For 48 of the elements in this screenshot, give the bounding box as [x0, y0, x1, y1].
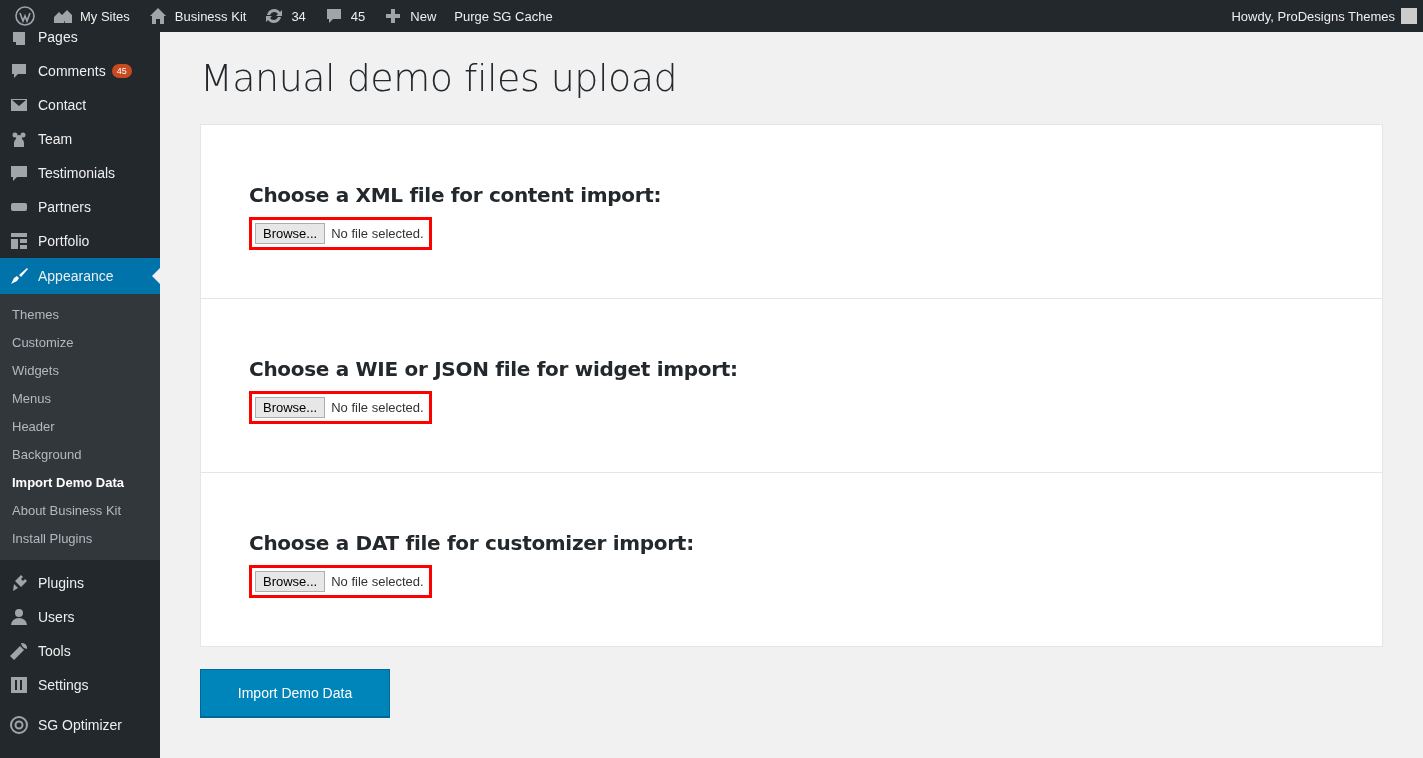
section-heading: Choose a WIE or JSON file for widget import:: [249, 357, 739, 381]
browse-button[interactable]: Browse...: [255, 397, 326, 418]
submenu-item[interactable]: Menus: [0, 385, 160, 413]
submenu-item[interactable]: Install Plugins: [0, 525, 160, 553]
message-icon: [9, 163, 29, 183]
menu-item[interactable]: Settings: [0, 668, 160, 702]
menu-item[interactable]: Testimonials: [0, 156, 160, 190]
submenu-item[interactable]: Header: [0, 413, 160, 441]
menu-item[interactable]: Appearance: [0, 258, 160, 294]
toolbar-link[interactable]: New: [374, 0, 446, 32]
toolbar-link[interactable]: 34: [255, 0, 315, 32]
menu-item[interactable]: Tools: [0, 634, 160, 668]
menu-item[interactable]: Partners: [0, 190, 160, 224]
toolbar-link[interactable]: My Sites: [44, 0, 139, 32]
menu-item[interactable]: Comments 45: [0, 54, 160, 88]
menu-item[interactable]: Contact: [0, 88, 160, 122]
menu-item[interactable]: Plugins: [0, 566, 160, 600]
submenu-item[interactable]: Themes: [0, 301, 160, 329]
browse-button[interactable]: Browse...: [255, 223, 326, 244]
toolbar-link[interactable]: Purge SG Cache: [445, 0, 562, 32]
page-title: Manual demo files upload: [200, 56, 679, 100]
menu-item[interactable]: Users: [0, 600, 160, 634]
import-button[interactable]: Import Demo Data: [200, 669, 390, 717]
section-heading: Choose a XML file for content import:: [249, 183, 663, 207]
submenu-item[interactable]: About Business Kit: [0, 497, 160, 525]
file-status: No file selected.: [331, 226, 424, 241]
menu-item[interactable]: Pages: [0, 32, 160, 54]
submenu-item[interactable]: Background: [0, 441, 160, 469]
brush-icon: [9, 266, 29, 286]
grid-icon: [9, 231, 29, 251]
toolbar-link[interactable]: 45: [314, 0, 375, 32]
submenu-item[interactable]: Import Demo Data: [0, 469, 160, 497]
speech-bubble-icon: [9, 61, 29, 81]
file-status: No file selected.: [331, 574, 424, 589]
browse-button[interactable]: Browse...: [255, 571, 326, 592]
file-status: No file selected.: [331, 400, 424, 415]
menu-item[interactable]: SG Optimizer: [0, 708, 160, 742]
toolbar-link[interactable]: Business Kit: [138, 0, 256, 32]
account-greeting[interactable]: Howdy, ProDesigns Themes: [1231, 8, 1401, 24]
wordpress-logo-icon: [15, 6, 35, 26]
menu-item[interactable]: Portfolio: [0, 224, 160, 258]
user-icon: [9, 607, 29, 627]
count-badge: 45: [111, 64, 132, 78]
section-heading: Choose a DAT file for customizer import:: [249, 531, 695, 555]
submenu-item[interactable]: Customize: [0, 329, 160, 357]
menu-item[interactable]: Team: [0, 122, 160, 156]
refresh-icon: [264, 6, 285, 26]
submenu-item[interactable]: Widgets: [0, 357, 160, 385]
